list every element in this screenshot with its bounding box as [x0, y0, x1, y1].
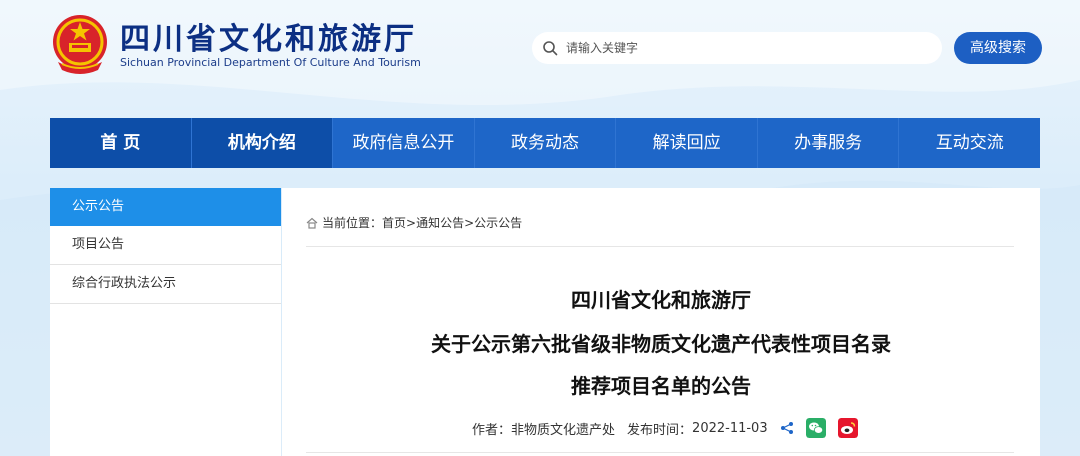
breadcrumb-notices[interactable]: 通知公告 [416, 214, 464, 231]
home-icon [306, 217, 318, 229]
advanced-search-button[interactable]: 高级搜索 [954, 32, 1042, 64]
breadcrumb-home[interactable]: 首页 [382, 214, 406, 231]
date-value: 2022-11-03 [692, 420, 768, 436]
wechat-icon[interactable] [805, 418, 826, 438]
weibo-icon[interactable] [837, 418, 858, 438]
divider [306, 452, 1014, 453]
site-subtitle: Sichuan Provincial Department Of Culture… [120, 56, 421, 69]
main-content: 当前位置： 首页 > 通知公告 > 公示公告 四川省文化和旅游厅 关于公示第六批… [282, 188, 1040, 456]
nav-item-services[interactable]: 办事服务 [758, 118, 900, 168]
date-label: 发布时间： [627, 422, 693, 438]
divider [306, 246, 1014, 247]
article-title-line-2: 关于公示第六批省级非物质文化遗产代表性项目名录 [431, 332, 891, 356]
breadcrumb-separator: > [406, 215, 417, 230]
sidebar-item-law-enforcement[interactable]: 综合行政执法公示 [50, 265, 281, 304]
article-meta: 作者： 非物质文化遗产处 发布时间： 2022-11-03 [472, 418, 858, 438]
article-title-line-1: 四川省文化和旅游厅 [571, 288, 751, 312]
search-input[interactable] [564, 40, 928, 56]
breadcrumb-separator: > [464, 215, 475, 230]
main-nav: 首 页 机构介绍 政府信息公开 政务动态 解读回应 办事服务 互动交流 [50, 118, 1040, 168]
nav-item-interpretation[interactable]: 解读回应 [616, 118, 758, 168]
national-emblem-icon [53, 15, 107, 74]
nav-item-interaction[interactable]: 互动交流 [899, 118, 1040, 168]
share-icon[interactable] [780, 421, 794, 435]
article-title-line-3: 推荐项目名单的公告 [571, 374, 751, 398]
sidebar-item-announcements[interactable]: 公示公告 [50, 188, 281, 226]
search-box[interactable] [532, 32, 942, 64]
author-value: 非物质文化遗产处 [511, 422, 616, 438]
breadcrumb-announcements[interactable]: 公示公告 [474, 214, 522, 231]
sidebar: 公示公告 项目公告 综合行政执法公示 [50, 188, 281, 456]
breadcrumb-prefix: 当前位置： [322, 216, 383, 230]
search-icon [543, 41, 558, 56]
breadcrumb: 当前位置： 首页 > 通知公告 > 公示公告 [306, 214, 522, 231]
nav-item-organization[interactable]: 机构介绍 [191, 118, 334, 168]
nav-item-gov-info[interactable]: 政府信息公开 [333, 118, 475, 168]
author-label: 作者： [472, 422, 512, 438]
nav-item-news[interactable]: 政务动态 [475, 118, 617, 168]
nav-item-home[interactable]: 首 页 [50, 118, 192, 168]
site-title: 四川省文化和旅游厅 [120, 22, 417, 57]
sidebar-item-project-announcements[interactable]: 项目公告 [50, 226, 281, 265]
